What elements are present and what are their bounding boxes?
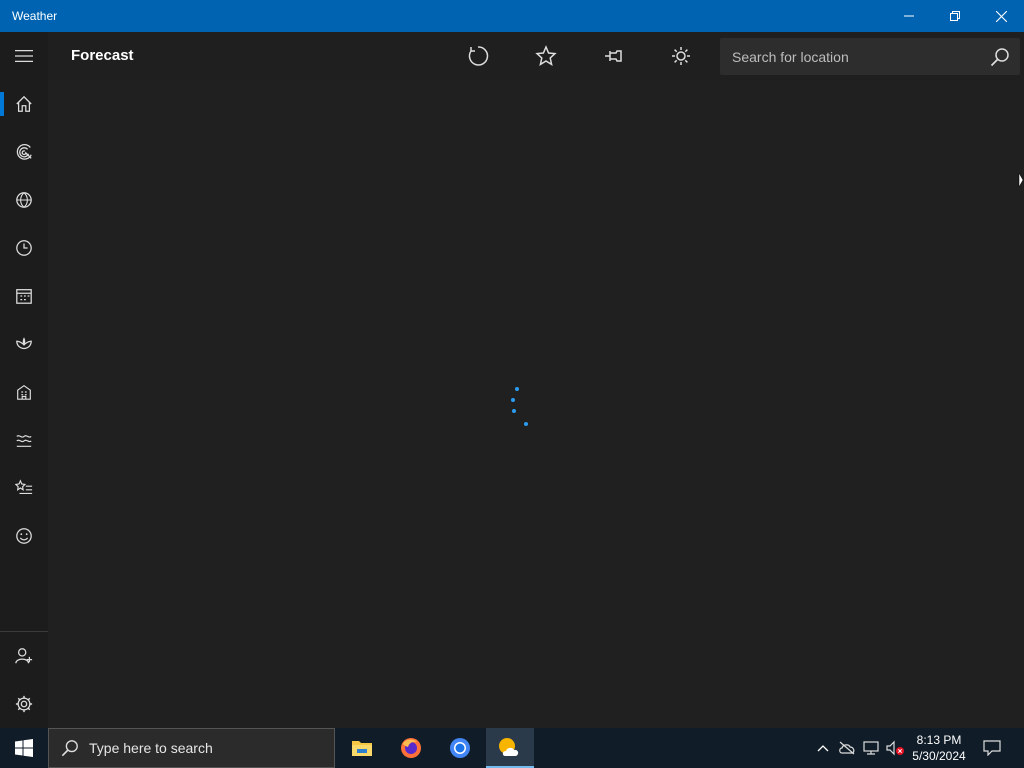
spinner-dot (511, 398, 515, 402)
minimize-button[interactable] (886, 0, 932, 32)
pin-icon (605, 50, 622, 62)
weather-app: Forecast (0, 32, 1024, 728)
restore-icon (950, 11, 960, 21)
nav-account[interactable] (0, 632, 48, 680)
favorite-star-icon (535, 45, 557, 66)
spinner-dot (515, 387, 519, 391)
volume-muted-icon (886, 740, 904, 756)
taskbar-chrome[interactable] (436, 728, 484, 768)
action-center-button[interactable] (976, 728, 1008, 768)
clock-date: 5/30/2024 (912, 749, 966, 763)
display-mode-button[interactable] (661, 36, 701, 76)
calendar-icon (16, 289, 32, 304)
taskbar-weather[interactable] (486, 728, 534, 768)
window-controls (886, 0, 1024, 32)
nav-monthly[interactable] (0, 272, 48, 320)
location-search-box (720, 38, 1020, 75)
mouse-cursor-icon (1018, 172, 1024, 188)
search-button[interactable] (988, 45, 1012, 69)
navigation-sidebar (0, 32, 48, 728)
taskbar-firefox[interactable] (387, 728, 435, 768)
file-explorer-icon (352, 741, 372, 756)
account-icon (15, 648, 33, 664)
windows-logo-icon (15, 739, 33, 757)
close-icon (995, 10, 1007, 22)
cloud-offline-icon (839, 741, 855, 755)
forecast-content (48, 80, 1024, 728)
search-icon (61, 740, 78, 757)
taskbar-search-box[interactable]: Type here to search (48, 728, 335, 768)
nav-favorites[interactable] (0, 464, 48, 512)
favorites-list-icon (15, 479, 33, 494)
show-hidden-icons-button[interactable] (814, 728, 832, 768)
taskbar: Type here to search 8:13 PM 5/30/2024 (0, 728, 1024, 768)
settings-icon (15, 695, 33, 713)
nav-maps[interactable] (0, 128, 48, 176)
add-favorite-button[interactable] (526, 36, 566, 76)
notification-icon (983, 740, 1001, 756)
start-button[interactable] (0, 728, 48, 768)
location-search-input[interactable] (720, 38, 980, 75)
search-icon (990, 48, 1009, 67)
firefox-icon (401, 738, 421, 758)
onedrive-tray[interactable] (836, 728, 858, 768)
restore-button[interactable] (932, 0, 978, 32)
network-icon (863, 741, 879, 755)
globe-icon (16, 192, 32, 208)
clock-time: 8:13 PM (916, 733, 962, 747)
taskbar-clock[interactable]: 8:13 PM 5/30/2024 (906, 732, 972, 764)
building-icon (17, 384, 31, 400)
nav-feedback[interactable] (0, 512, 48, 560)
nav-life[interactable] (0, 320, 48, 368)
refresh-button[interactable] (458, 36, 498, 76)
clock-icon (16, 240, 32, 256)
minimize-icon (904, 15, 914, 17)
refresh-icon (468, 46, 489, 66)
hamburger-menu-button[interactable] (0, 32, 48, 80)
loading-spinner (508, 385, 538, 430)
app-header: Forecast (48, 32, 1024, 80)
home-icon (16, 95, 32, 112)
menu-icon (15, 49, 33, 63)
weather-app-icon (499, 738, 519, 756)
nav-pollen[interactable] (0, 416, 48, 464)
volume-tray[interactable] (884, 728, 906, 768)
network-tray[interactable] (860, 728, 882, 768)
nav-historical[interactable] (0, 176, 48, 224)
spinner-dot (524, 422, 528, 426)
nav-settings[interactable] (0, 680, 48, 728)
page-title: Forecast (71, 47, 134, 64)
brightness-icon (672, 47, 690, 65)
waves-icon (16, 435, 32, 447)
taskbar-search-placeholder: Type here to search (89, 740, 213, 756)
app-title: Weather (12, 9, 58, 23)
close-button[interactable] (978, 0, 1024, 32)
nav-forecast[interactable] (0, 80, 48, 128)
radar-icon (16, 144, 32, 160)
chrome-icon (450, 738, 470, 758)
nav-history[interactable] (0, 224, 48, 272)
nav-places[interactable] (0, 368, 48, 416)
spinner-dot (512, 409, 516, 413)
taskbar-file-explorer[interactable] (338, 728, 386, 768)
title-bar: Weather (0, 0, 1024, 32)
pin-to-start-button[interactable] (594, 36, 634, 76)
chevron-up-icon (817, 745, 829, 752)
lotus-icon (16, 337, 32, 350)
smiley-icon (16, 528, 32, 544)
